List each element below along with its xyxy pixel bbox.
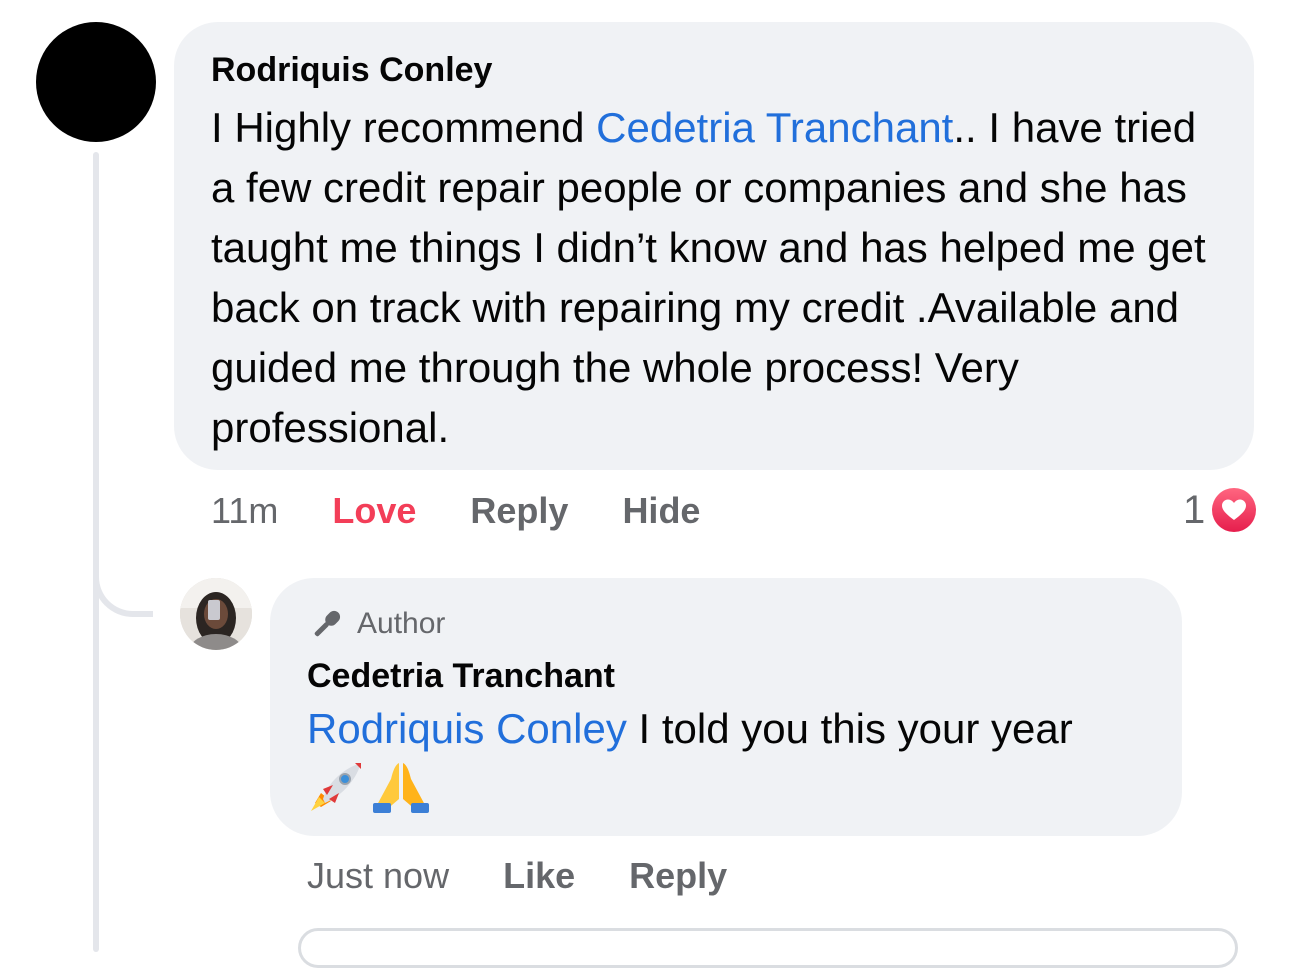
comment-text-start: I Highly recommend bbox=[211, 104, 597, 151]
reply-timestamp[interactable]: Just now bbox=[307, 855, 449, 897]
like-button[interactable]: Like bbox=[503, 855, 575, 897]
author-badge-label: Author bbox=[357, 607, 446, 640]
avatar[interactable] bbox=[36, 22, 156, 142]
reply-mention-link[interactable]: Rodriquis Conley bbox=[307, 705, 627, 752]
author-badge: Author bbox=[307, 604, 1152, 644]
thread-line bbox=[93, 152, 99, 952]
comment-text: I Highly recommend Cedetria Tranchant.. … bbox=[211, 98, 1224, 458]
reaction-count: 1 bbox=[1183, 487, 1206, 532]
rocket-emoji bbox=[307, 759, 365, 820]
comment-text-rest: .. I have tried a few credit repair peop… bbox=[211, 104, 1206, 451]
reply-text: Rodriquis Conley I told you this your ye… bbox=[307, 700, 1152, 758]
reply-button[interactable]: Reply bbox=[629, 855, 727, 897]
comment-author-name[interactable]: Rodriquis Conley bbox=[211, 50, 1224, 90]
hide-button[interactable]: Hide bbox=[622, 490, 700, 532]
comment-mention-link[interactable]: Cedetria Tranchant bbox=[596, 104, 953, 151]
love-button[interactable]: Love bbox=[332, 490, 416, 532]
comment-actions: 11m Love Reply Hide bbox=[211, 488, 754, 534]
thread-connector bbox=[93, 555, 153, 617]
reply-bubble[interactable]: Author Cedetria Tranchant Rodriquis Conl… bbox=[270, 578, 1182, 836]
reply-actions: Just now Like Reply bbox=[307, 853, 781, 899]
comment-timestamp[interactable]: 11m bbox=[211, 490, 278, 532]
microphone-icon bbox=[314, 610, 341, 637]
reply-emojis bbox=[307, 760, 1152, 818]
reply-author-avatar[interactable] bbox=[180, 578, 252, 650]
reply-author-name[interactable]: Cedetria Tranchant bbox=[307, 656, 1152, 696]
reaction-summary[interactable]: 1 bbox=[1183, 484, 1260, 536]
folded-hands-emoji bbox=[371, 759, 431, 820]
comment-bubble[interactable]: Rodriquis Conley I Highly recommend Cede… bbox=[174, 22, 1254, 470]
reply-composer-input[interactable] bbox=[298, 928, 1238, 968]
reply-button[interactable]: Reply bbox=[470, 490, 568, 532]
reply-text-rest: I told you this your year bbox=[626, 705, 1073, 752]
love-heart-icon bbox=[1209, 485, 1260, 535]
